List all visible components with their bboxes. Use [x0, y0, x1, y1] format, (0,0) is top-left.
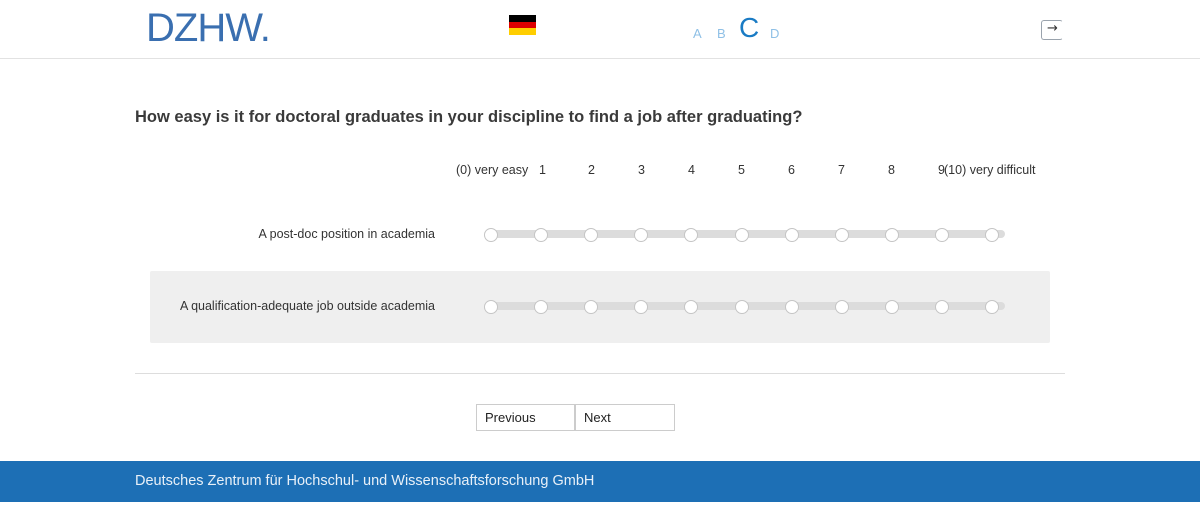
- question-text: How easy is it for doctoral graduates in…: [135, 108, 803, 126]
- radio-option-postdoc-8[interactable]: [884, 228, 899, 242]
- radio-option-postdoc-6[interactable]: [784, 228, 799, 242]
- logo-dot: .: [259, 6, 271, 50]
- scale-label-3: 3: [638, 163, 645, 177]
- radio-option-outside-academia-7[interactable]: [834, 300, 849, 314]
- radio-option-outside-academia-6[interactable]: [784, 300, 799, 314]
- radio-option-postdoc-3[interactable]: [634, 228, 649, 242]
- font-size-a[interactable]: A: [693, 26, 702, 41]
- radio-option-postdoc-10[interactable]: [985, 228, 999, 242]
- radio-option-postdoc-5[interactable]: [734, 228, 749, 242]
- scale-label-10: (10) very difficult: [944, 163, 1036, 177]
- scale-label-4: 4: [688, 163, 695, 177]
- radio-option-outside-academia-1[interactable]: [534, 300, 549, 314]
- font-size-d[interactable]: D: [770, 26, 779, 41]
- scale-label-5: 5: [738, 163, 745, 177]
- scale-label-6: 6: [788, 163, 795, 177]
- radio-option-postdoc-1[interactable]: [534, 228, 549, 242]
- font-size-c[interactable]: C: [739, 12, 759, 44]
- radio-option-outside-academia-0[interactable]: [484, 300, 498, 314]
- content-divider: [135, 373, 1065, 374]
- radio-option-outside-academia-10[interactable]: [985, 300, 999, 314]
- scale-label-8: 8: [888, 163, 895, 177]
- radio-option-postdoc-4[interactable]: [684, 228, 699, 242]
- radio-option-postdoc-7[interactable]: [834, 228, 849, 242]
- germany-flag-icon[interactable]: [509, 15, 536, 35]
- page-header: DZHW. A B C D →: [0, 0, 1200, 59]
- radio-option-outside-academia-8[interactable]: [884, 300, 899, 314]
- logo-text: DZHW: [146, 6, 261, 50]
- page-footer: Deutsches Zentrum für Hochschul- und Wis…: [0, 461, 1200, 502]
- scale-label-2: 2: [588, 163, 595, 177]
- scale-label-7: 7: [838, 163, 845, 177]
- radio-option-postdoc-9[interactable]: [934, 228, 949, 242]
- footer-text: Deutsches Zentrum für Hochschul- und Wis…: [135, 473, 595, 489]
- logout-icon: →: [1047, 21, 1058, 36]
- item-label-outside-academia: A qualification-adequate job outside aca…: [179, 299, 435, 313]
- radio-option-postdoc-2[interactable]: [584, 228, 599, 242]
- next-button[interactable]: Next: [575, 404, 675, 431]
- item-label-postdoc: A post-doc position in academia: [258, 227, 436, 241]
- previous-button[interactable]: Previous: [476, 404, 575, 431]
- scale-label-0: (0) very easy: [456, 163, 529, 177]
- scale-label-1: 1: [539, 163, 546, 177]
- radio-option-outside-academia-5[interactable]: [734, 300, 749, 314]
- radio-option-postdoc-0[interactable]: [484, 228, 498, 242]
- font-size-b[interactable]: B: [717, 26, 726, 41]
- dzhw-logo[interactable]: DZHW.: [146, 6, 271, 51]
- radio-option-outside-academia-9[interactable]: [934, 300, 949, 314]
